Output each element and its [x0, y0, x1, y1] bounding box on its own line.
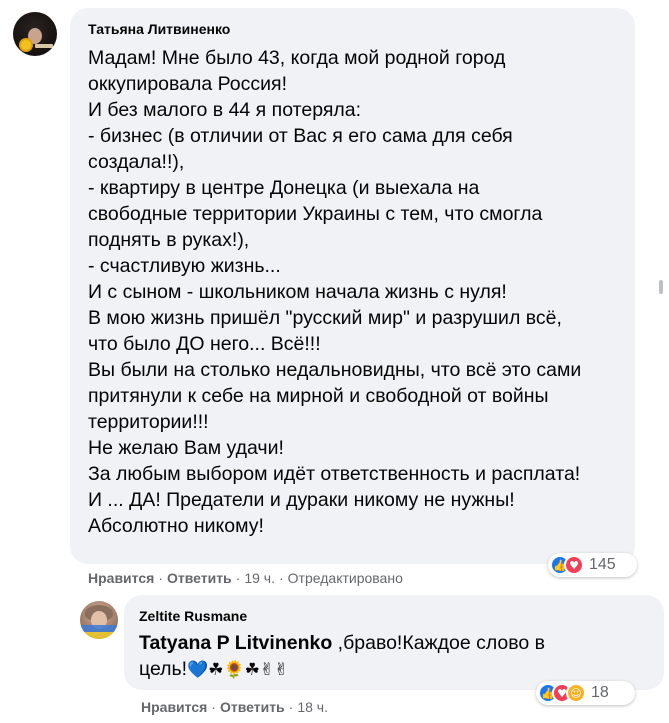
comment-line: И без малого в 44 я потеряла: [88, 99, 362, 121]
comment-line: В мою жизнь пришёл "русский мир" и разру… [88, 307, 562, 329]
sunflower-icon [21, 40, 31, 50]
scrollbar-thumb[interactable] [659, 280, 663, 294]
care-icon: ☺ [566, 683, 586, 703]
avatar-badge [35, 44, 53, 48]
reply-actions: Нравится · Ответить · 18 ч. [141, 699, 328, 715]
emoji-sequence: 💙☘🌻☘✌✌ [187, 660, 289, 680]
mention-link[interactable]: Tatyana P Litvinenko [139, 632, 332, 654]
comment-line: поднять в руках!), [88, 229, 250, 251]
reply-bubble: Zeltite Rusmane Tatyana P Litvinenko ,бр… [124, 595, 664, 690]
comment-line: Мадам! Мне было 43, когда мой родной гор… [88, 47, 506, 69]
comment-line: территории!!! [88, 411, 209, 433]
comment-line: создала!!), [88, 151, 185, 173]
comment-line: что было ДО него... Всё!!! [88, 333, 321, 355]
ukraine-flag-frame [80, 624, 118, 639]
reaction-summary[interactable]: 👍 ♥ 145 [548, 553, 637, 577]
reply-avatar[interactable] [80, 601, 118, 639]
reply-author[interactable]: Zeltite Rusmane [139, 608, 247, 624]
separator: · [211, 699, 216, 715]
love-icon: ♥ [564, 555, 584, 575]
comment-bubble: Татьяна Литвиненко Мадам! Мне было 43, к… [70, 8, 635, 564]
reply-button[interactable]: Ответить [167, 570, 232, 586]
comment-line: И ... ДА! Предатели и дураки никому не н… [88, 489, 515, 511]
comment-line: свободные территории Украины с тем, что … [88, 203, 543, 225]
like-button[interactable]: Нравится [141, 699, 207, 715]
reaction-count: 145 [589, 556, 616, 573]
avatar[interactable] [13, 12, 57, 56]
comment-line: оккупировала Россия! [88, 73, 288, 95]
comment-text: Мадам! Мне было 43, когда мой родной гор… [88, 45, 581, 539]
comment-line: Не желаю Вам удачи! [88, 437, 284, 459]
comment-line: Вы были на столько недальновидны, что вс… [88, 359, 582, 381]
comment-line: притянули к себе на мирной и свободной о… [88, 385, 549, 407]
separator: · [279, 570, 284, 586]
like-button[interactable]: Нравится [88, 570, 154, 586]
reaction-count: 18 [591, 684, 609, 701]
comment-line: И с сыном - школьником начала жизнь с ну… [88, 281, 507, 303]
separator: · [235, 570, 241, 586]
timestamp[interactable]: 19 ч. [244, 570, 275, 586]
comment-actions: Нравится · Ответить · 19 ч. · Отредактир… [88, 570, 403, 586]
comment-line: - счастливую жизнь... [88, 255, 281, 277]
comment-line: Абсолютно никому! [88, 515, 264, 537]
timestamp[interactable]: 18 ч. [297, 699, 328, 715]
comment-line: - бизнес (в отличии от Вас я его сама дл… [88, 125, 513, 147]
separator: · [158, 570, 163, 586]
comment-author[interactable]: Татьяна Литвиненко [88, 21, 230, 37]
reply-button[interactable]: Ответить [220, 699, 285, 715]
comment-line: За любым выбором идёт ответственность и … [88, 463, 581, 485]
reply-text: Tatyana P Litvinenko ,браво!Каждое слово… [139, 630, 545, 683]
edited-label[interactable]: Отредактировано [288, 570, 403, 586]
reply-reaction-summary[interactable]: 👍 ♥ ☺ 18 [536, 681, 635, 705]
reply-text-line1: ,браво!Каждое слово в [332, 632, 546, 654]
reply-text-line2: цель! [139, 658, 188, 680]
comment-line: - квартиру в центре Донецка (и выехала н… [88, 177, 480, 199]
separator: · [288, 699, 294, 715]
